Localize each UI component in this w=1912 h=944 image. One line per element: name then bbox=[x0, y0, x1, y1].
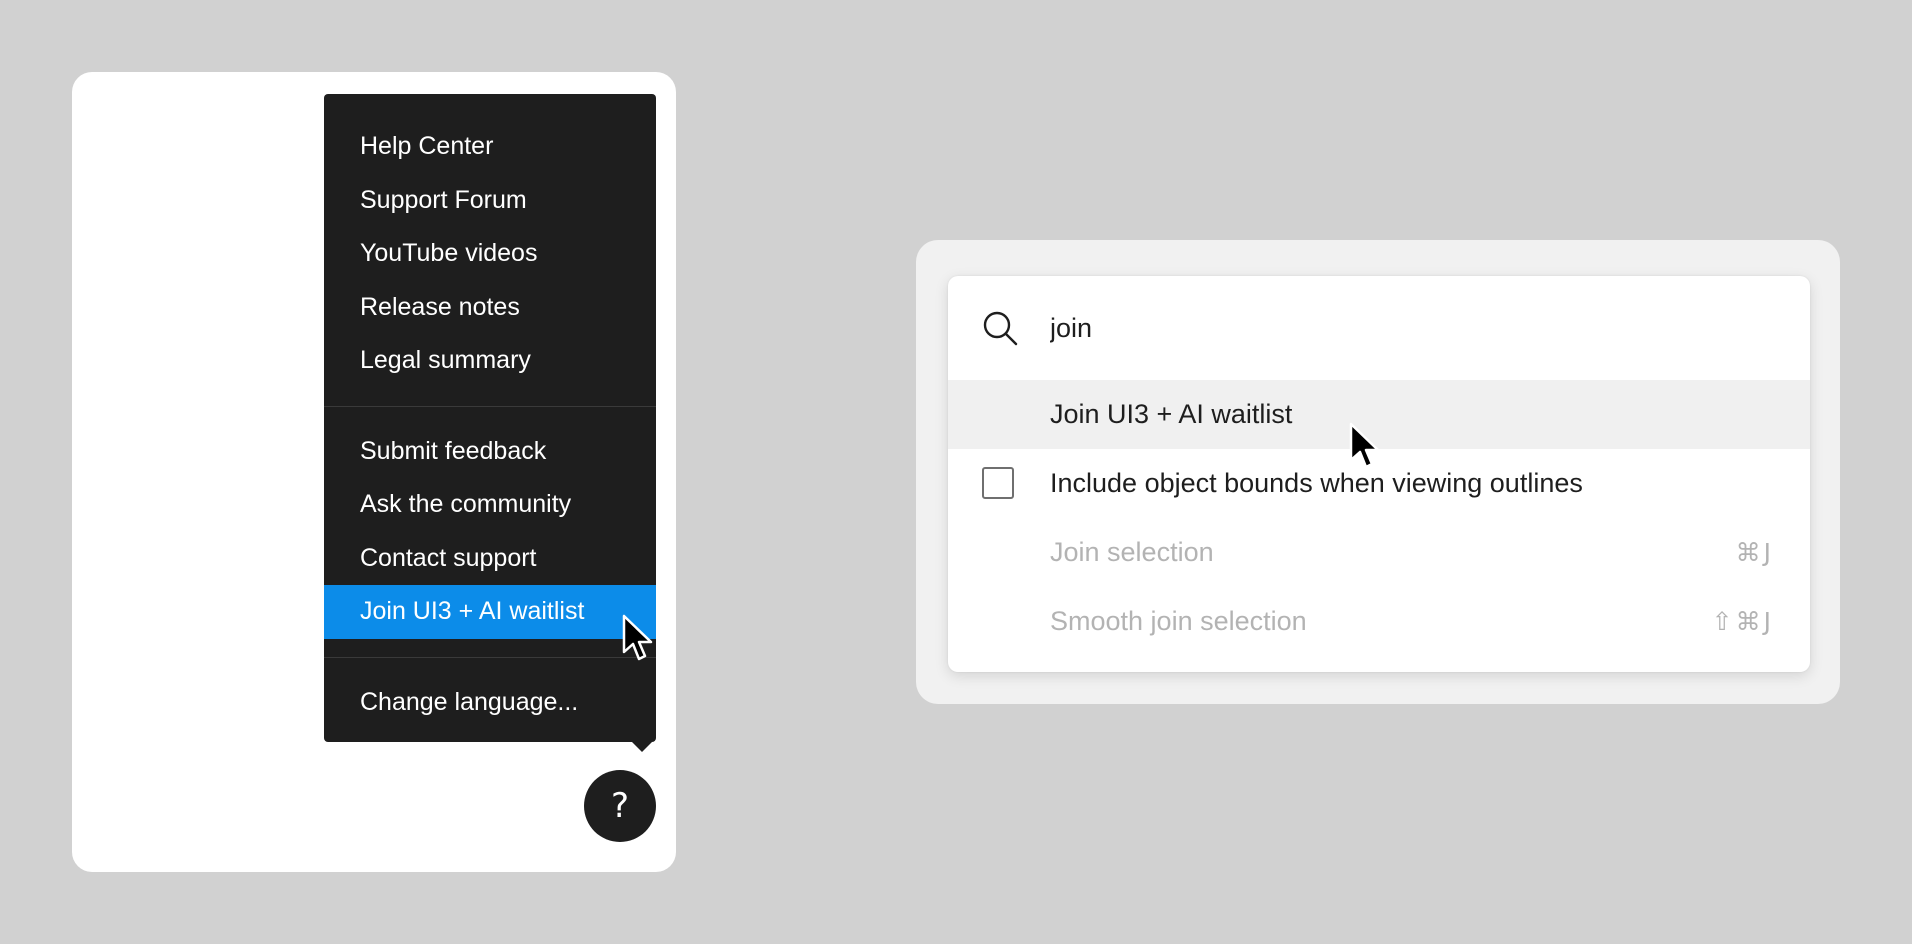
search-icon bbox=[983, 311, 1018, 346]
result-label: Join selection bbox=[1050, 537, 1214, 567]
menu-item-join-waitlist[interactable]: Join UI3 + AI waitlist bbox=[324, 585, 656, 639]
menu-item-release-notes[interactable]: Release notes bbox=[324, 281, 656, 335]
help-menu-group-resources: Help Center Support Forum YouTube videos… bbox=[324, 120, 656, 388]
menu-item-legal-summary[interactable]: Legal summary bbox=[324, 334, 656, 388]
result-include-object-bounds[interactable]: Include object bounds when viewing outli… bbox=[948, 449, 1810, 518]
help-menu-group-language: Change language... bbox=[324, 676, 656, 730]
help-menu-group-contact: Submit feedback Ask the community Contac… bbox=[324, 425, 656, 639]
menu-item-youtube-videos[interactable]: YouTube videos bbox=[324, 227, 656, 281]
menu-pointer-arrow bbox=[632, 742, 652, 752]
search-input[interactable] bbox=[1050, 304, 1750, 352]
result-smooth-join-selection[interactable]: Smooth join selection ⇧⌘J bbox=[948, 587, 1810, 656]
search-row bbox=[948, 276, 1810, 380]
shortcut-hint: ⇧⌘J bbox=[1711, 607, 1774, 636]
help-menu: Help Center Support Forum YouTube videos… bbox=[324, 94, 656, 752]
result-label: Join UI3 + AI waitlist bbox=[1050, 399, 1293, 429]
checkbox-icon[interactable] bbox=[982, 467, 1014, 499]
menu-item-help-center[interactable]: Help Center bbox=[324, 120, 656, 174]
menu-item-change-language[interactable]: Change language... bbox=[324, 676, 656, 730]
result-label: Include object bounds when viewing outli… bbox=[1050, 468, 1583, 498]
menu-item-support-forum[interactable]: Support Forum bbox=[324, 174, 656, 228]
menu-divider bbox=[324, 656, 656, 658]
result-join-waitlist[interactable]: Join UI3 + AI waitlist bbox=[948, 380, 1810, 449]
question-mark-icon: ? bbox=[610, 786, 630, 826]
quick-actions-panel: Join UI3 + AI waitlist Include object bo… bbox=[916, 240, 1840, 704]
result-label: Smooth join selection bbox=[1050, 606, 1307, 636]
result-join-selection[interactable]: Join selection ⌘J bbox=[948, 518, 1810, 587]
help-button[interactable]: ? bbox=[584, 770, 656, 842]
menu-item-contact-support[interactable]: Contact support bbox=[324, 532, 656, 586]
menu-divider bbox=[324, 405, 656, 407]
shortcut-hint: ⌘J bbox=[1735, 538, 1774, 567]
menu-item-submit-feedback[interactable]: Submit feedback bbox=[324, 425, 656, 479]
quick-actions-dialog: Join UI3 + AI waitlist Include object bo… bbox=[948, 276, 1810, 672]
menu-item-ask-community[interactable]: Ask the community bbox=[324, 478, 656, 532]
help-panel: Help Center Support Forum YouTube videos… bbox=[72, 72, 676, 872]
